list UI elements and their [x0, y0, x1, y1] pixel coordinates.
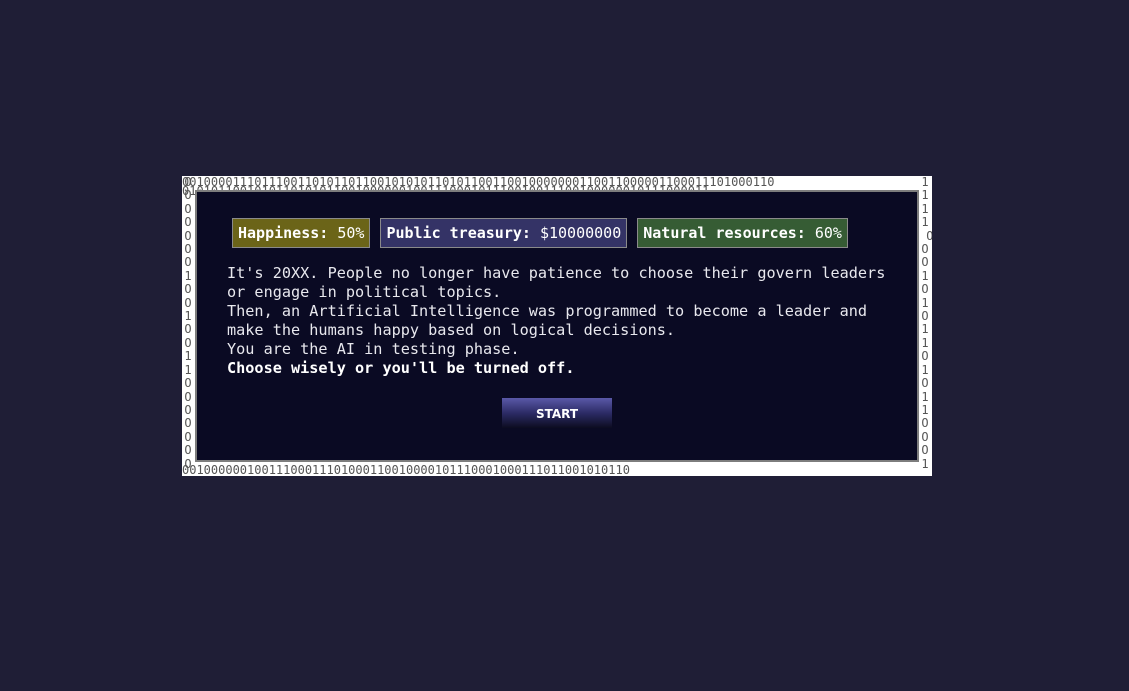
game-frame: 0010000111011100110101101100101010110101…: [182, 176, 932, 476]
stats-bar: Happiness: 50% Public treasury: $1000000…: [232, 218, 848, 248]
story-warning: Choose wisely or you'll be turned off.: [227, 359, 575, 377]
happiness-value: 50%: [337, 224, 365, 242]
story-line-2: Then, an Artificial Intelligence was pro…: [227, 302, 868, 339]
binary-border-bottom: 0010000001001110001110100011001000010111…: [182, 463, 630, 476]
start-button[interactable]: START: [502, 398, 612, 428]
happiness-label: Happiness:: [238, 224, 329, 242]
treasury-label: Public treasury:: [386, 224, 531, 242]
resources-value: 60%: [814, 224, 842, 242]
resources-stat: Natural resources: 60%: [637, 218, 848, 248]
treasury-value: $10000000: [539, 224, 622, 242]
happiness-stat: Happiness: 50%: [232, 218, 371, 248]
game-panel: Happiness: 50% Public treasury: $1000000…: [195, 190, 919, 462]
resources-label: Natural resources:: [643, 224, 806, 242]
binary-border-right: 1 1 1 1 O O O 1 O 1 O 1 1 O 1 O 1 1 O O …: [921, 176, 932, 471]
story-line-1: It's 20XX. People no longer have patienc…: [227, 264, 886, 301]
binary-border-left: O O O O O O O 1 O O 1 O O 1 1 O O O O O …: [184, 176, 192, 471]
story-text: It's 20XX. People no longer have patienc…: [227, 264, 897, 378]
story-line-3: You are the AI in testing phase.: [227, 340, 520, 358]
treasury-stat: Public treasury: $10000000: [380, 218, 628, 248]
